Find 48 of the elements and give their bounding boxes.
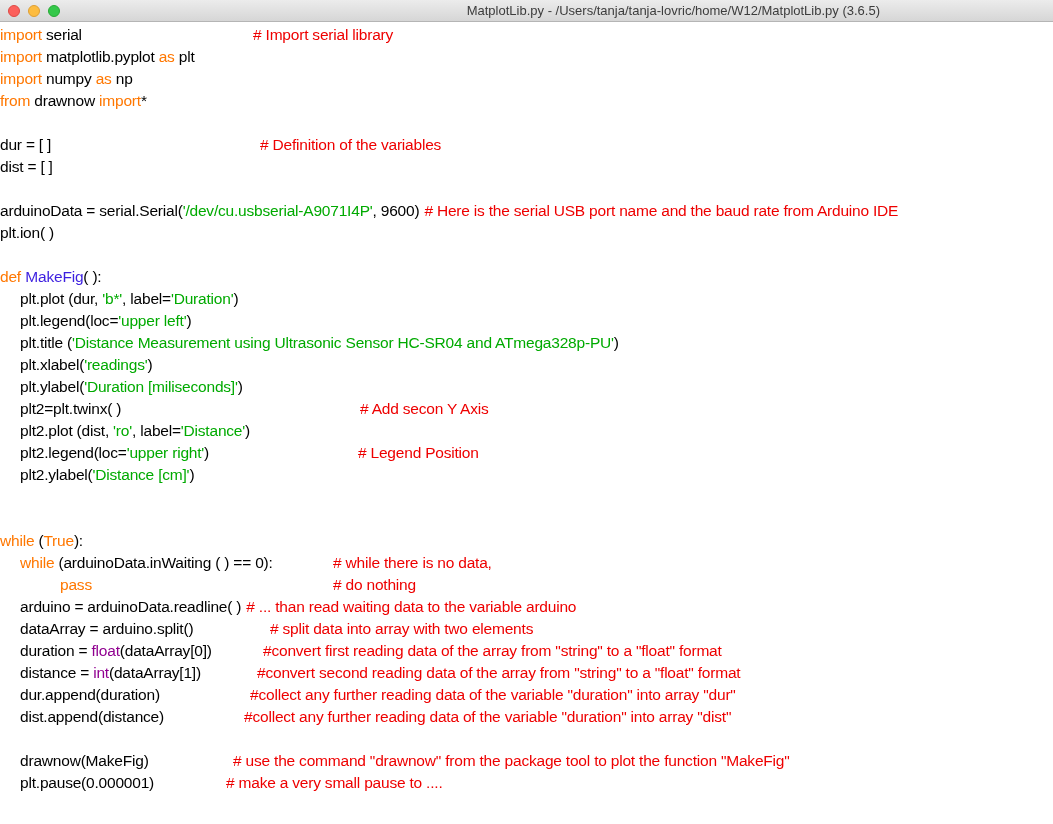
- code-comment: # do nothing: [333, 575, 416, 596]
- code-text: while (True):: [0, 531, 83, 552]
- code-text: dur.append(duration): [20, 685, 161, 706]
- minimize-button[interactable]: [28, 4, 40, 17]
- code-text: plt.xlabel('readings'): [20, 355, 153, 376]
- code-comment: #collect any further reading data of the variable "duration" into array "dur": [250, 685, 736, 706]
- code-comment: #convert second reading data of the array from "string" to a "float" format: [257, 663, 741, 684]
- code-comment: # ... than read waiting data to the variable arduino: [246, 597, 577, 618]
- code-comment: #collect any further reading data of the variable "duration" into array "dist": [244, 707, 732, 728]
- code-text: import matplotlib.pyplot as plt: [0, 47, 195, 68]
- code-text: pass: [60, 575, 93, 596]
- code-text: arduino = arduinoData.readline( ): [20, 597, 242, 618]
- code-text: plt2=plt.twinx( ): [20, 399, 123, 420]
- code-comment: # use the command "drawnow" from the package tool to plot the function "MakeFig": [233, 751, 790, 772]
- code-comment: # Legend Position: [358, 443, 479, 464]
- code-text: dur = [ ]: [0, 135, 53, 156]
- code-comment: # Definition of the variables: [260, 135, 442, 156]
- code-text: dist = [ ]: [0, 157, 53, 178]
- code-text: import numpy as np: [0, 69, 133, 90]
- code-comment: #convert first reading data of the array from "string" to a "float" format: [263, 641, 722, 662]
- code-text: drawnow(MakeFig): [20, 751, 150, 772]
- code-comment: # Import serial library: [253, 25, 394, 46]
- code-text: import serial: [0, 25, 83, 46]
- close-button[interactable]: [8, 4, 20, 17]
- code-text: while (arduinoData.inWaiting ( ) == 0):: [20, 553, 274, 574]
- code-text: plt.title ('Distance Measurement using Ultrasonic Sensor HC-SR04 and ATmega328p-PU'): [20, 333, 619, 354]
- code-text: plt.plot (dur, 'b*', label='Duration'): [20, 289, 239, 310]
- code-text: arduinoData = serial.Serial('/dev/cu.usbserial-A9071I4P', 9600): [0, 201, 420, 222]
- code-text: plt.ion( ): [0, 223, 54, 244]
- code-comment: # while there is no data,: [333, 553, 492, 574]
- window-title: MatplotLib.py - /Users/tanja/tanja-lovric/home/W12/MatplotLib.py (3.6.5): [466, 1, 880, 20]
- code-text: plt.legend(loc='upper left'): [20, 311, 192, 332]
- code-text: dataArray = arduino.split(): [20, 619, 195, 640]
- code-text: plt.pause(0.000001): [20, 773, 156, 794]
- code-text: distance = int(dataArray[1]): [20, 663, 202, 684]
- code-text: from drawnow import*: [0, 91, 147, 112]
- maximize-button[interactable]: [48, 4, 60, 17]
- code-text: def MakeFig( ):: [0, 267, 102, 288]
- code-comment: # split data into array with two elements: [270, 619, 534, 640]
- code-text: plt.ylabel('Duration [miliseconds]'): [20, 377, 243, 398]
- code-comment: # Here is the serial USB port name and the baud rate from Arduino IDE: [424, 201, 899, 222]
- code-text: plt2.ylabel('Distance [cm]'): [20, 465, 195, 486]
- code-text: duration = float(dataArray[0]): [20, 641, 213, 662]
- code-comment: # Add secon Y Axis: [360, 399, 489, 420]
- code-text: dist.append(distance): [20, 707, 165, 728]
- code-comment: # make a very small pause to ....: [226, 773, 443, 794]
- code-text: plt2.legend(loc='upper right'): [20, 443, 211, 464]
- code-text: plt2.plot (dist, 'ro', label='Distance'): [20, 421, 251, 442]
